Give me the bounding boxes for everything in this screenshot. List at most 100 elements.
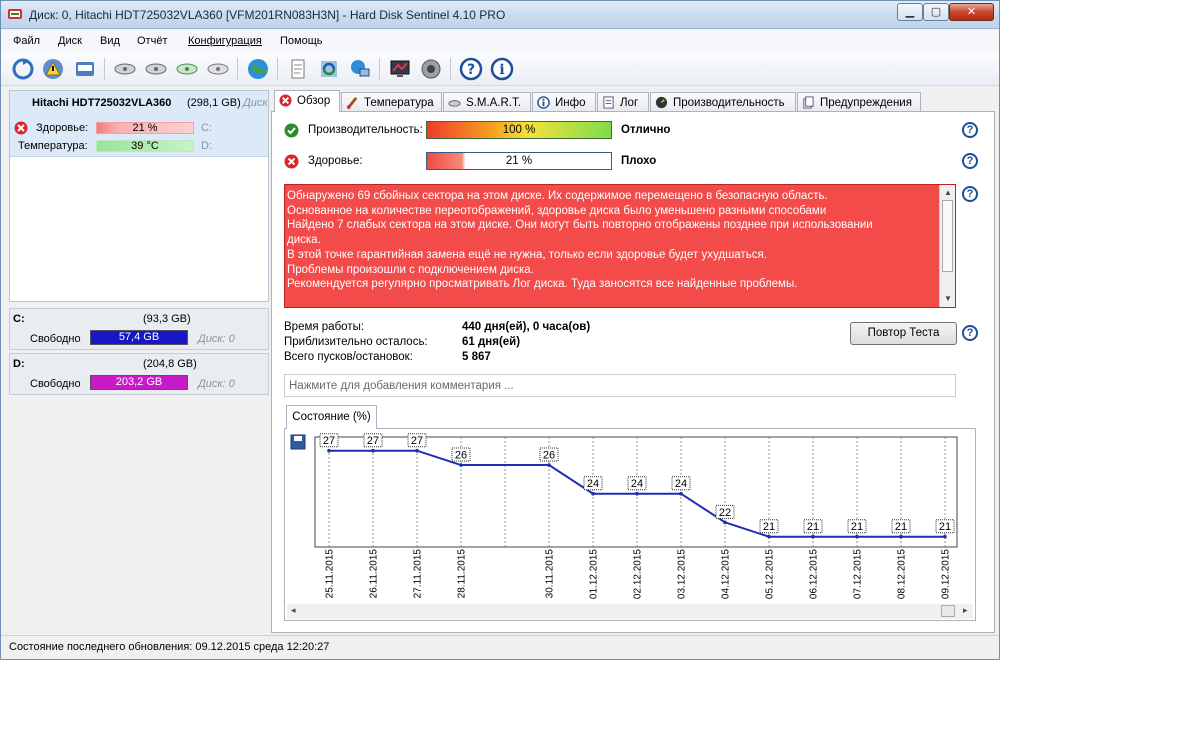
retest-help-icon[interactable]: ? xyxy=(962,325,978,341)
health-value: 21 % xyxy=(505,155,533,167)
status-bar: Состояние последнего обновления: 09.12.2… xyxy=(1,635,999,659)
warnings-icon xyxy=(803,96,814,109)
drive-icon-2[interactable] xyxy=(144,57,168,81)
x-tick-label: 28.11.2015 xyxy=(457,549,468,599)
tab-smart[interactable]: S.M.A.R.T. xyxy=(443,92,531,112)
app-icon xyxy=(8,9,22,19)
menu-view[interactable]: Вид xyxy=(100,35,120,47)
data-label: 21 xyxy=(851,521,863,533)
volume-free-label: Свободно xyxy=(30,378,81,390)
health-help-icon[interactable]: ? xyxy=(962,153,978,169)
tab-warnings[interactable]: Предупреждения xyxy=(797,92,921,112)
volume-card-c[interactable]: C: (93,3 GB) Свободно 57,4 GB Диск: 0 xyxy=(9,308,269,350)
menu-file[interactable]: Файл xyxy=(13,35,40,47)
volume-card-d[interactable]: D: (204,8 GB) Свободно 203,2 GB Диск: 0 xyxy=(9,353,269,395)
scroll-down-icon[interactable]: ▼ xyxy=(944,294,952,303)
globe-icon[interactable] xyxy=(246,57,270,81)
help-icon[interactable]: ? xyxy=(459,57,483,81)
data-label: 24 xyxy=(675,478,687,490)
error-icon xyxy=(14,121,28,135)
data-point xyxy=(415,448,419,453)
x-tick-label: 03.12.2015 xyxy=(677,549,688,599)
menu-configuration[interactable]: Конфигурация xyxy=(188,35,262,47)
svg-text:?: ? xyxy=(467,62,475,78)
scroll-thumb[interactable] xyxy=(942,200,953,272)
drive-icon-1[interactable] xyxy=(113,57,137,81)
health-evaluation: Плохо xyxy=(621,155,657,167)
data-label: 24 xyxy=(587,478,599,490)
performance-bar: 100 % xyxy=(426,121,612,139)
health-bar: 21 % xyxy=(426,152,612,170)
tab-log[interactable]: Лог xyxy=(597,92,649,112)
scroll-up-icon[interactable]: ▲ xyxy=(944,188,952,197)
x-tick-label: 09.12.2015 xyxy=(941,549,952,599)
menu-report[interactable]: Отчёт xyxy=(137,35,167,47)
health-label: Здоровье: xyxy=(308,155,363,167)
tab-performance[interactable]: Производительность xyxy=(650,92,796,112)
x-tick-label: 01.12.2015 xyxy=(589,549,600,599)
performance-help-icon[interactable]: ? xyxy=(962,122,978,138)
x-tick-label: 02.12.2015 xyxy=(633,549,644,599)
tab-info[interactable]: Инфо xyxy=(532,92,596,112)
data-point xyxy=(679,491,683,496)
about-icon[interactable]: i xyxy=(490,57,514,81)
data-point xyxy=(327,448,331,453)
tab-temperature[interactable]: Температура xyxy=(341,92,442,112)
tab-overview[interactable]: Обзор xyxy=(274,90,340,112)
scroll-left-icon[interactable]: ◂ xyxy=(291,605,296,616)
sync-icon[interactable] xyxy=(317,57,341,81)
chart-tab-health[interactable]: Состояние (%) xyxy=(286,405,377,429)
scroll-right-icon[interactable]: ▸ xyxy=(963,605,968,616)
chart-scrollbar[interactable]: ◂ ▸ xyxy=(287,604,973,619)
volume-size: (204,8 GB) xyxy=(143,358,197,370)
disk-card[interactable]: Hitachi HDT725032VLA360 (298,1 GB) Диск … xyxy=(9,90,269,302)
data-point xyxy=(371,448,375,453)
x-tick-label: 26.11.2015 xyxy=(369,549,380,599)
comment-input[interactable] xyxy=(285,375,955,396)
messages-help-icon[interactable]: ? xyxy=(962,186,978,202)
thermometer-icon xyxy=(346,96,358,109)
x-tick-label: 08.12.2015 xyxy=(897,549,908,599)
volume-free-bar: 203,2 GB xyxy=(90,375,188,390)
drive-icon-4[interactable] xyxy=(206,57,230,81)
performance-label: Производительность: xyxy=(308,124,423,136)
volume-free-bar: 57,4 GB xyxy=(90,330,188,345)
disk-health-label: Здоровье: xyxy=(36,122,89,134)
drive-icon-3[interactable] xyxy=(175,57,199,81)
title-bar: Диск: 0, Hitachi HDT725032VLA360 [VFM201… xyxy=(1,1,999,29)
report-icon[interactable] xyxy=(286,57,310,81)
network-icon[interactable] xyxy=(348,57,372,81)
disk-drive-c: C: xyxy=(201,122,212,134)
data-label: 21 xyxy=(939,521,951,533)
tab-bar: Обзор Температура S.M.A.R.T. Инфо Лог Пр… xyxy=(274,90,994,112)
disk-temperature-value: 39 °C xyxy=(131,140,159,152)
maximize-button[interactable]: ▢ xyxy=(923,3,949,21)
scroll-thumb[interactable] xyxy=(941,605,955,617)
minimize-button[interactable]: ▁ xyxy=(897,3,923,21)
menu-help[interactable]: Помощь xyxy=(280,35,323,47)
close-button[interactable]: ✕ xyxy=(949,3,994,21)
retest-button[interactable]: Повтор Теста xyxy=(850,322,957,345)
data-point xyxy=(635,491,639,496)
remaining-value: 61 дня(ей) xyxy=(462,336,521,348)
smart-icon xyxy=(448,100,461,107)
uptime-value: 440 дня(ей), 0 часа(ов) xyxy=(462,321,591,333)
volume-size: (93,3 GB) xyxy=(143,313,191,325)
disk-label-truncated: Диск xyxy=(243,97,268,109)
disk-info-icon[interactable] xyxy=(73,57,97,81)
data-point xyxy=(811,534,815,539)
messages-scrollbar[interactable]: ▲ ▼ xyxy=(939,185,955,307)
comment-field[interactable] xyxy=(284,374,956,397)
health-messages[interactable]: Обнаружено 69 сбойных сектора на этом ди… xyxy=(284,184,956,308)
monitor-icon[interactable] xyxy=(388,57,412,81)
volume-disk: Диск: 0 xyxy=(198,333,235,345)
message-line: Найдено 7 слабых сектора на этом диске. … xyxy=(287,219,873,232)
volume-disk: Диск: 0 xyxy=(198,378,235,390)
alert-icon[interactable] xyxy=(41,57,65,81)
refresh-icon[interactable] xyxy=(11,57,35,81)
speaker-icon[interactable] xyxy=(419,57,443,81)
message-line: В этой точке гарантийная замена ещё не н… xyxy=(287,248,767,261)
menu-disk[interactable]: Диск xyxy=(58,35,82,47)
data-label: 26 xyxy=(543,450,555,462)
uptime-label: Время работы: xyxy=(284,321,365,333)
